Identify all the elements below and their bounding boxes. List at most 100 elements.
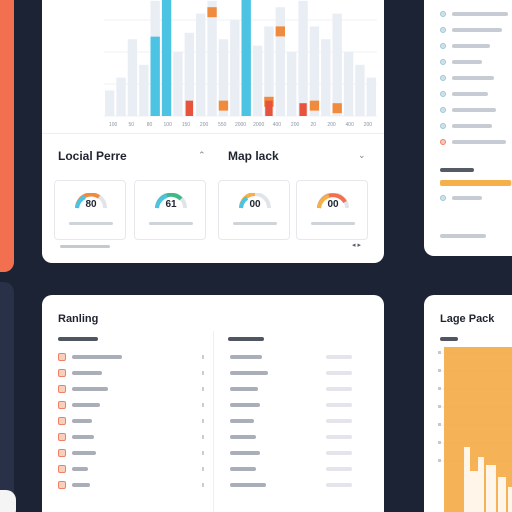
table-row[interactable] — [230, 449, 370, 457]
table-row[interactable] — [230, 401, 370, 409]
chart-bar[interactable] — [185, 100, 193, 116]
metric-tile[interactable]: 00 — [218, 180, 290, 240]
rank-badge — [58, 385, 66, 393]
chart-bar[interactable] — [464, 447, 470, 512]
axis-tick — [438, 405, 441, 408]
list-item[interactable] — [440, 74, 510, 82]
table-row[interactable] — [230, 353, 370, 361]
table-row[interactable] — [58, 481, 208, 489]
rank-badge — [58, 417, 66, 425]
status-dot-icon — [440, 107, 446, 113]
background-bar — [321, 39, 331, 117]
tile-value: 00 — [249, 199, 261, 210]
axis-tick — [438, 369, 441, 372]
chart-bar[interactable] — [478, 457, 484, 512]
chart-bar[interactable] — [508, 487, 512, 512]
background-bar — [275, 7, 285, 117]
row-value — [326, 419, 352, 423]
lage-pack-card: Lage Pack — [424, 295, 512, 512]
table-row[interactable] — [58, 385, 208, 393]
table-row[interactable] — [58, 401, 208, 409]
table-row[interactable] — [230, 481, 370, 489]
metric-tile[interactable]: 00 — [296, 180, 368, 240]
background-bar — [105, 90, 115, 116]
chart-bar[interactable] — [275, 26, 285, 37]
lage-pack-title: Lage Pack — [440, 313, 495, 325]
chart-bar[interactable] — [470, 471, 478, 512]
chevron-up-icon[interactable]: ⌃ — [198, 150, 206, 161]
list-item[interactable] — [440, 194, 510, 202]
tile-caption — [233, 222, 277, 225]
table-row[interactable] — [230, 369, 370, 377]
table-row[interactable] — [230, 417, 370, 425]
background-bar — [116, 77, 126, 116]
left-edge-panel-dark — [0, 282, 14, 512]
chart-bar[interactable] — [161, 0, 172, 116]
chart-bar[interactable] — [309, 100, 320, 111]
chart-bar[interactable] — [299, 103, 307, 116]
x-tick-label: 200 — [327, 122, 336, 128]
axis-tick — [438, 441, 441, 444]
list-item[interactable] — [440, 90, 510, 98]
list-item[interactable] — [440, 122, 510, 130]
list-item[interactable] — [440, 26, 510, 34]
dashboard-card: 100 50 80 100 150 200 550 2000 2000 400 200 20 200 40… — [42, 0, 384, 263]
status-dot-icon — [440, 91, 446, 97]
row-value — [326, 451, 352, 455]
row-label — [230, 419, 254, 423]
axis-tick — [438, 423, 441, 426]
bar-chart-canvas: 100 50 80 100 150 200 550 2000 2000 400 200 20 200 40… — [104, 0, 377, 128]
chart-bar[interactable] — [486, 465, 496, 512]
row-label — [230, 467, 256, 471]
status-dot-icon — [440, 139, 446, 145]
chart-bar[interactable] — [498, 477, 506, 512]
row-value — [326, 403, 352, 407]
progress-fill — [440, 180, 511, 186]
table-row[interactable] — [58, 417, 208, 425]
x-tick-label: 400 — [273, 122, 282, 128]
row-label — [230, 435, 256, 439]
status-dot-icon — [440, 75, 446, 81]
row-value — [326, 387, 352, 391]
list-item[interactable] — [440, 138, 510, 146]
x-tick-label: 50 — [129, 122, 135, 128]
list-item[interactable] — [440, 42, 510, 50]
row-marker — [202, 355, 204, 359]
table-row[interactable] — [58, 449, 208, 457]
panel-title-right: Map lack — [228, 149, 279, 163]
row-marker — [202, 403, 204, 407]
metric-tile[interactable]: 80 — [54, 180, 126, 240]
list-item[interactable] — [440, 10, 510, 18]
background-bar — [139, 64, 149, 116]
x-tick-label: 550 — [218, 122, 227, 128]
table-row[interactable] — [230, 433, 370, 441]
table-row[interactable] — [230, 385, 370, 393]
metric-tile[interactable]: 61 — [134, 180, 206, 240]
tile-value: 80 — [85, 199, 97, 210]
chart-bar[interactable] — [150, 36, 160, 116]
list-item[interactable] — [440, 58, 510, 66]
side-list-card — [424, 0, 512, 256]
chart-bar[interactable] — [332, 103, 342, 114]
chart-bar[interactable] — [241, 0, 251, 117]
x-tick-label: 400 — [346, 122, 355, 128]
background-bar — [366, 77, 376, 116]
list-item[interactable] — [440, 106, 510, 114]
table-row[interactable] — [230, 465, 370, 473]
background-bar — [127, 39, 138, 117]
chart-bar[interactable] — [218, 100, 229, 111]
chevron-down-icon[interactable]: ⌄ — [358, 150, 366, 161]
footer-caption — [60, 245, 110, 248]
table-row[interactable] — [58, 353, 208, 361]
status-dot-icon — [440, 27, 446, 33]
x-tick-label: 200 — [364, 122, 373, 128]
bar-chart: 100 50 80 100 150 200 550 2000 2000 400 200 20 200 40… — [42, 0, 384, 134]
chart-bar[interactable] — [207, 7, 217, 18]
row-value — [326, 371, 352, 375]
pager-controls[interactable]: ◂ ▸ — [352, 241, 361, 249]
table-row[interactable] — [58, 465, 208, 473]
table-row[interactable] — [58, 369, 208, 377]
status-dot-icon — [440, 195, 446, 201]
table-row[interactable] — [58, 433, 208, 441]
chart-bar[interactable] — [265, 100, 273, 116]
